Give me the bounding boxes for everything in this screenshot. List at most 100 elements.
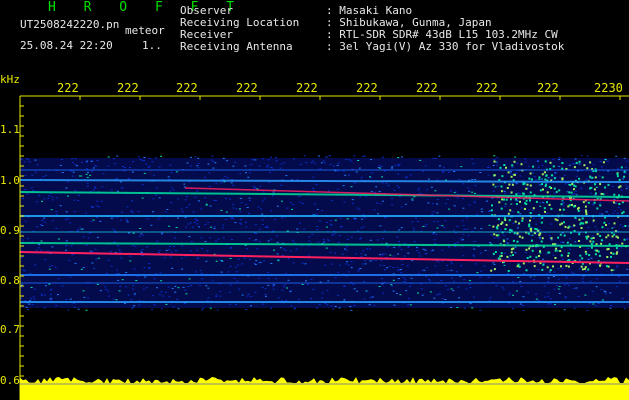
noise-speck xyxy=(585,235,588,238)
noise-speck xyxy=(126,206,129,208)
noise-speck xyxy=(91,170,93,172)
noise-speck xyxy=(396,236,399,238)
noise-speck xyxy=(277,297,280,299)
noise-speck xyxy=(205,204,208,206)
noise-speck xyxy=(44,259,47,261)
noise-speck xyxy=(571,203,573,206)
noise-speck xyxy=(456,197,459,199)
noise-speck xyxy=(592,221,595,223)
noise-speck xyxy=(249,305,252,307)
noise-speck xyxy=(384,269,387,271)
noise-speck xyxy=(275,278,278,280)
noise-speck xyxy=(311,160,314,162)
noise-speck xyxy=(331,233,334,235)
noise-speck xyxy=(321,210,324,211)
noise-speck xyxy=(573,166,576,169)
noise-speck xyxy=(459,275,462,277)
noise-speck xyxy=(229,303,232,305)
noise-speck xyxy=(283,286,285,288)
noise-speck xyxy=(110,189,113,191)
noise-speck xyxy=(148,267,151,268)
noise-speck xyxy=(217,238,220,240)
noise-speck xyxy=(35,226,38,228)
noise-speck xyxy=(473,227,476,229)
noise-speck xyxy=(582,281,585,282)
noise-speck xyxy=(585,178,588,180)
noise-speck xyxy=(168,296,171,298)
noise-speck xyxy=(610,255,612,258)
noise-speck xyxy=(558,157,561,159)
noise-speck xyxy=(257,206,260,208)
noise-speck xyxy=(248,237,251,239)
noise-speck xyxy=(72,302,75,304)
noise-speck xyxy=(72,254,75,256)
noise-speck xyxy=(542,258,545,260)
noise-speck xyxy=(344,174,347,176)
noise-speck xyxy=(516,265,519,268)
noise-speck xyxy=(539,250,541,253)
noise-speck xyxy=(507,270,510,272)
noise-speck xyxy=(490,209,493,212)
noise-speck xyxy=(576,170,579,172)
noise-speck xyxy=(574,158,577,160)
noise-speck xyxy=(85,173,88,175)
noise-speck xyxy=(408,285,411,287)
noise-speck xyxy=(393,189,396,191)
noise-speck xyxy=(547,281,550,283)
noise-speck xyxy=(418,187,421,189)
noise-speck xyxy=(318,155,320,157)
noise-speck xyxy=(549,161,552,164)
noise-speck xyxy=(521,236,524,239)
noise-speck xyxy=(518,265,521,268)
noise-speck xyxy=(149,157,152,159)
noise-speck xyxy=(99,290,102,292)
noise-speck xyxy=(69,298,72,300)
noise-speck xyxy=(505,166,507,169)
noise-speck xyxy=(613,233,616,236)
noise-speck xyxy=(483,265,486,267)
noise-speck xyxy=(49,298,52,300)
noise-speck xyxy=(131,200,134,202)
noise-speck xyxy=(171,267,174,269)
noise-speck xyxy=(252,239,255,241)
noise-speck xyxy=(163,257,166,259)
noise-speck xyxy=(539,184,542,186)
noise-speck xyxy=(490,269,493,272)
noise-speck xyxy=(267,277,270,279)
noise-speck xyxy=(101,186,104,188)
noise-speck xyxy=(400,249,403,251)
noise-speck xyxy=(320,162,323,164)
noise-speck xyxy=(82,236,85,238)
noise-speck xyxy=(547,292,550,294)
noise-speck xyxy=(94,248,97,250)
noise-speck xyxy=(440,280,443,281)
noise-speck xyxy=(196,257,199,259)
noise-speck xyxy=(596,207,599,210)
noise-speck xyxy=(67,218,70,220)
noise-speck xyxy=(352,283,355,285)
noise-speck xyxy=(407,246,410,248)
noise-speck xyxy=(325,222,328,223)
noise-speck xyxy=(346,238,349,240)
noise-speck xyxy=(618,280,621,282)
noise-speck xyxy=(312,190,315,192)
noise-speck xyxy=(112,217,115,219)
noise-speck xyxy=(364,263,367,265)
noise-speck xyxy=(462,225,465,227)
noise-speck xyxy=(310,162,313,163)
noise-speck xyxy=(87,171,89,173)
noise-speck xyxy=(578,218,581,221)
noise-speck xyxy=(499,243,502,245)
noise-speck xyxy=(377,213,380,215)
noise-speck xyxy=(592,237,595,239)
noise-speck xyxy=(589,175,592,178)
noise-speck xyxy=(450,307,453,308)
noise-speck xyxy=(338,307,341,309)
noise-speck xyxy=(537,166,540,168)
noise-speck xyxy=(590,237,593,240)
noise-speck xyxy=(397,164,400,166)
noise-speck xyxy=(488,224,491,226)
noise-speck xyxy=(584,205,587,208)
noise-speck xyxy=(345,263,348,265)
noise-speck xyxy=(522,183,525,186)
